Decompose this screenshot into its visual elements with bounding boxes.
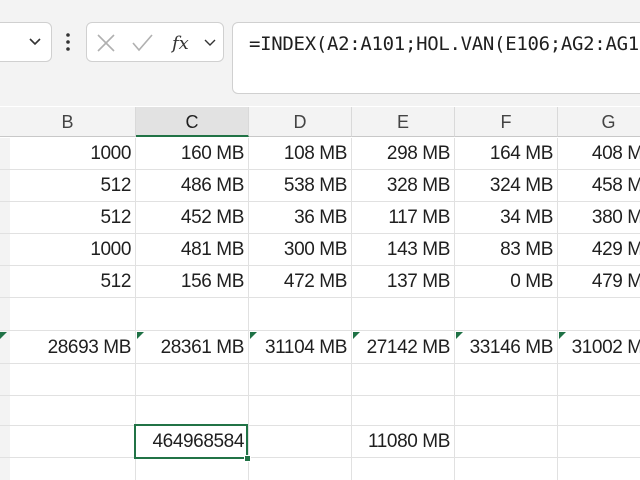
column-header-b[interactable]: B — [0, 107, 136, 137]
column-header-e[interactable]: E — [352, 107, 455, 137]
cell-g-row-6[interactable]: 31002 MB — [558, 331, 640, 364]
cell-d-row-0[interactable]: 108 MB — [249, 138, 352, 170]
cell-b-row-7[interactable] — [0, 364, 136, 396]
chevron-down-icon[interactable] — [29, 35, 41, 47]
cell-d-row-6[interactable]: 31104 MB — [249, 331, 352, 364]
cell-g-row-10[interactable] — [558, 458, 640, 480]
formula-text[interactable]: =INDEX(A2:A101;HOL.VAN(E106;AG2:AG101;0)… — [249, 33, 640, 55]
cell-c-row-7[interactable] — [136, 364, 249, 396]
cell-d-row-1[interactable]: 538 MB — [249, 170, 352, 202]
error-indicator-icon — [0, 332, 7, 339]
cell-b-row-10[interactable] — [0, 458, 136, 480]
cell-b-row-6[interactable]: 28693 MB — [0, 331, 136, 364]
fill-handle[interactable] — [244, 455, 251, 462]
cell-g-row-5[interactable] — [558, 298, 640, 331]
cell-b-row-8[interactable] — [0, 396, 136, 426]
cell-c-row-5[interactable] — [136, 298, 249, 331]
cell-f-row-9[interactable] — [455, 426, 558, 458]
cell-e-row-4[interactable]: 137 MB — [352, 266, 455, 298]
cell-g-row-0[interactable]: 408 MB — [558, 138, 640, 170]
cell-g-row-1[interactable]: 458 MB — [558, 170, 640, 202]
cell-b-row-5[interactable] — [0, 298, 136, 331]
error-indicator-icon — [250, 332, 257, 339]
error-indicator-icon — [456, 332, 463, 339]
cell-f-row-10[interactable] — [455, 458, 558, 480]
cell-d-row-4[interactable]: 472 MB — [249, 266, 352, 298]
cell-e-row-2[interactable]: 117 MB — [352, 202, 455, 234]
error-indicator-icon — [559, 332, 566, 339]
cell-c-row-10[interactable] — [136, 458, 249, 480]
close-icon[interactable] — [95, 32, 117, 54]
cell-f-row-0[interactable]: 164 MB — [455, 138, 558, 170]
cell-c-row-9[interactable]: 464968584 — [136, 426, 249, 458]
cell-b-row-1[interactable]: 512 — [0, 170, 136, 202]
cell-g-row-4[interactable]: 479 MB — [558, 266, 640, 298]
cell-g-row-2[interactable]: 380 MB — [558, 202, 640, 234]
column-header-c[interactable]: C — [136, 107, 249, 137]
cell-g-row-9[interactable] — [558, 426, 640, 458]
cell-f-row-4[interactable]: 0 MB — [455, 266, 558, 298]
cell-d-row-5[interactable] — [249, 298, 352, 331]
cell-f-row-1[interactable]: 324 MB — [455, 170, 558, 202]
cell-c-row-8[interactable] — [136, 396, 249, 426]
cell-d-row-7[interactable] — [249, 364, 352, 396]
cell-f-row-8[interactable] — [455, 396, 558, 426]
cell-e-row-1[interactable]: 328 MB — [352, 170, 455, 202]
cell-b-row-2[interactable]: 512 — [0, 202, 136, 234]
formula-buttons: fx — [86, 22, 224, 62]
cell-g-row-7[interactable] — [558, 364, 640, 396]
chevron-down-icon[interactable] — [203, 36, 217, 50]
cell-g-row-3[interactable]: 429 MB — [558, 234, 640, 266]
cell-c-row-4[interactable]: 156 MB — [136, 266, 249, 298]
check-icon[interactable] — [131, 32, 153, 54]
name-box[interactable] — [0, 22, 52, 62]
column-header-g[interactable]: G — [558, 107, 640, 137]
formula-input[interactable]: =INDEX(A2:A101;HOL.VAN(E106;AG2:AG101;0)… — [232, 22, 640, 94]
cell-c-row-2[interactable]: 452 MB — [136, 202, 249, 234]
cell-d-row-9[interactable] — [249, 426, 352, 458]
cell-c-row-3[interactable]: 481 MB — [136, 234, 249, 266]
cell-e-row-9[interactable]: 11080 MB — [352, 426, 455, 458]
vertical-dots-icon[interactable] — [64, 30, 72, 54]
cell-d-row-10[interactable] — [249, 458, 352, 480]
fx-icon[interactable]: fx — [171, 32, 197, 54]
cell-e-row-5[interactable] — [352, 298, 455, 331]
cell-f-row-3[interactable]: 83 MB — [455, 234, 558, 266]
cell-e-row-10[interactable] — [352, 458, 455, 480]
cell-b-row-4[interactable]: 512 — [0, 266, 136, 298]
cell-d-row-3[interactable]: 300 MB — [249, 234, 352, 266]
cell-f-row-5[interactable] — [455, 298, 558, 331]
cell-f-row-6[interactable]: 33146 MB — [455, 331, 558, 364]
column-header-f[interactable]: F — [455, 107, 558, 137]
cell-f-row-2[interactable]: 34 MB — [455, 202, 558, 234]
error-indicator-icon — [353, 332, 360, 339]
cell-e-row-0[interactable]: 298 MB — [352, 138, 455, 170]
cell-e-row-3[interactable]: 143 MB — [352, 234, 455, 266]
cell-e-row-6[interactable]: 27142 MB — [352, 331, 455, 364]
cell-e-row-7[interactable] — [352, 364, 455, 396]
cell-c-row-1[interactable]: 486 MB — [136, 170, 249, 202]
cell-g-row-8[interactable] — [558, 396, 640, 426]
svg-text:fx: fx — [171, 33, 189, 54]
cell-d-row-2[interactable]: 36 MB — [249, 202, 352, 234]
cell-b-row-0[interactable]: 1000 — [0, 138, 136, 170]
cell-c-row-0[interactable]: 160 MB — [136, 138, 249, 170]
error-indicator-icon — [137, 332, 144, 339]
column-header-d[interactable]: D — [249, 107, 352, 137]
cell-b-row-3[interactable]: 1000 — [0, 234, 136, 266]
cell-d-row-8[interactable] — [249, 396, 352, 426]
cell-e-row-8[interactable] — [352, 396, 455, 426]
cell-b-row-9[interactable] — [0, 426, 136, 458]
cell-c-row-6[interactable]: 28361 MB — [136, 331, 249, 364]
cell-f-row-7[interactable] — [455, 364, 558, 396]
